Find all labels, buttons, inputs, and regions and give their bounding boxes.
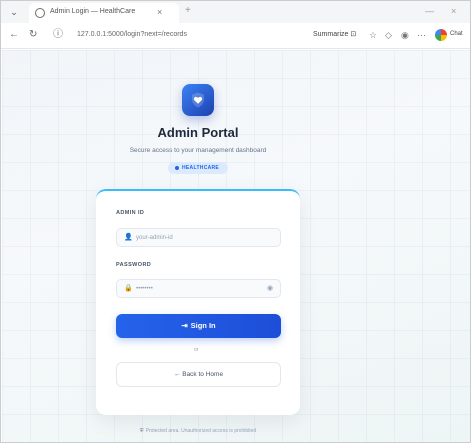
extensions-icon[interactable]: ◇ [385,29,392,41]
admin-id-placeholder: your-admin-id [136,235,173,241]
summarize-button[interactable]: Summarize ⊡ [313,30,356,38]
bookmark-icon[interactable]: ☆ [369,29,377,41]
close-icon[interactable]: × [451,5,456,17]
page-subtitle: Secure access to your management dashboa… [129,147,267,154]
eye-icon[interactable]: ◉ [267,285,273,293]
password-value: •••••••• [136,286,153,292]
tab-close-icon[interactable]: × [157,6,162,18]
more-icon[interactable]: ⋯ [417,29,426,41]
shield-icon: ⛨ [139,428,144,434]
minimize-icon[interactable]: — [425,5,434,17]
back-to-home-label: Back to Home [182,371,224,378]
browser-window: ⌄ Admin Login — HealthCare × + — × ← ↻ ⓘ… [0,0,471,443]
chat-label[interactable]: Chat [450,31,463,37]
sign-in-label: Sign In [190,321,216,330]
url-field[interactable]: 127.0.0.1:5000/login?next=/records [77,31,187,38]
summarize-label: Summarize [313,31,349,38]
globe-icon [35,8,45,18]
new-tab-icon[interactable]: + [185,5,191,17]
arrow-left-icon: ← [173,371,183,378]
back-arrow-icon[interactable]: ← [9,29,19,41]
reload-icon[interactable]: ↻ [29,29,37,41]
footer-note: ⛨ Protected area. Unauthorized access is … [88,428,308,434]
account-icon[interactable]: ◉ [401,29,409,41]
footer-text: Protected area. Unauthorized access is p… [145,428,257,434]
password-label: PASSWORD [116,262,152,268]
admin-id-field[interactable]: 👤 your-admin-id [116,228,281,247]
page-content: Admin Portal Secure access to your manag… [2,50,470,442]
tab-search-icon[interactable]: ⌄ [7,6,21,18]
tab-strip: ⌄ Admin Login — HealthCare × + — × [1,1,470,23]
lock-icon: 🔒 [124,285,133,292]
login-card: ADMIN ID 👤 your-admin-id PASSWORD 🔒 ••••… [96,189,300,415]
sign-in-icon: ⇥ [181,321,188,330]
page-title: Admin Portal [157,125,239,140]
sign-in-button[interactable]: ⇥ Sign In [116,314,281,338]
badge-label: HEALTHCARE [182,165,220,171]
heart-shield-icon [182,84,214,116]
or-divider: or [194,347,199,353]
badge-dot-icon [175,166,179,170]
info-icon[interactable]: ⓘ [53,29,63,41]
admin-id-label: ADMIN ID [116,210,145,216]
copilot-icon[interactable] [435,29,447,41]
active-tab[interactable]: Admin Login — HealthCare × [29,3,179,23]
password-field[interactable]: 🔒 •••••••• ◉ [116,279,281,298]
status-badge: HEALTHCARE [168,162,228,174]
back-to-home-button[interactable]: ← Back to Home [116,362,281,387]
address-bar: ← ↻ ⓘ 127.0.0.1:5000/login?next=/records… [1,23,470,49]
user-icon: 👤 [124,234,133,241]
tab-title: Admin Login — HealthCare [50,8,136,15]
